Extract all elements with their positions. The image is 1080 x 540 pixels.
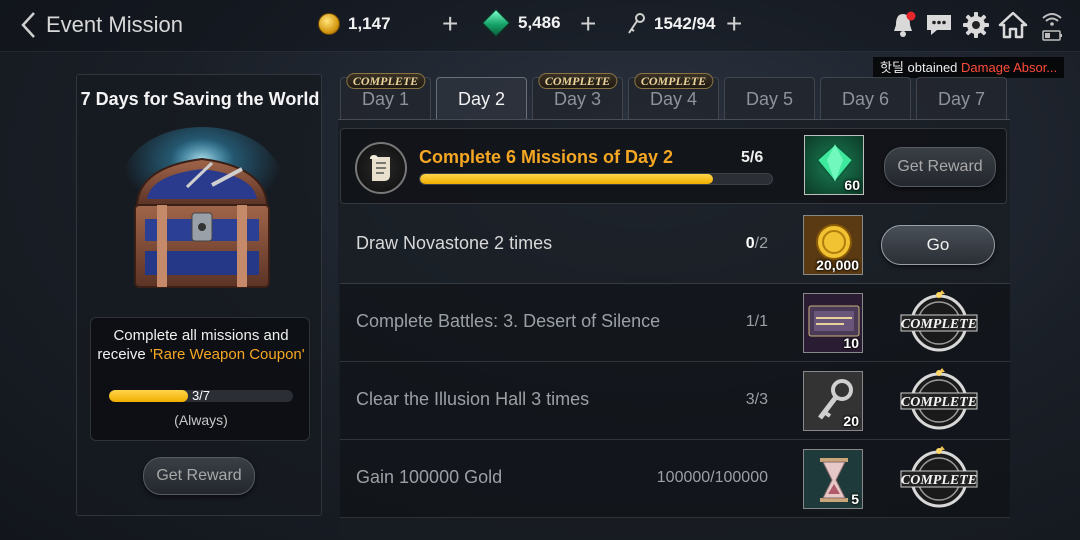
bell-icon[interactable]: [888, 10, 918, 40]
complete-badge: COMPLETE: [537, 73, 618, 89]
mission-progress-total: /2: [754, 235, 768, 252]
tab-label: Day 1: [361, 89, 410, 109]
reward-name: 'Rare Weapon Coupon': [149, 346, 305, 363]
tab-day-3[interactable]: COMPLETE Day 3: [532, 73, 623, 119]
back-arrow-icon[interactable]: [16, 10, 44, 40]
description-line-1: Complete all missions and: [113, 327, 289, 344]
description-prefix: receive: [97, 346, 150, 363]
complete-stamp-icon: COMPLETE: [900, 290, 978, 352]
mission-progress: 100000/100000: [610, 469, 768, 487]
mission-progress: 3/3: [610, 391, 768, 409]
complete-stamp-icon: COMPLETE: [900, 446, 978, 508]
summary-reward-qty: 60: [844, 177, 860, 193]
gem-amount: 5,486: [518, 13, 561, 32]
tab-day-7[interactable]: Day 7: [916, 77, 1007, 119]
tab-label: Day 3: [553, 89, 602, 109]
tab-label: Day 4: [649, 89, 698, 109]
tab-day-1[interactable]: COMPLETE Day 1: [340, 73, 431, 119]
svg-text:COMPLETE: COMPLETE: [901, 395, 977, 410]
toast-text: 핫딜 obtained: [880, 60, 962, 75]
mission-reward-item[interactable]: 20,000: [803, 215, 863, 275]
tab-label: Day 5: [745, 89, 794, 109]
svg-text:COMPLETE: COMPLETE: [901, 317, 977, 332]
add-key-plus-icon[interactable]: +: [726, 10, 742, 38]
summary-get-reward-button[interactable]: Get Reward: [884, 147, 996, 187]
complete-badge: COMPLETE: [633, 73, 714, 89]
mission-name: Draw Novastone 2 times: [356, 233, 553, 253]
key-icon: [628, 13, 645, 34]
summary-progress-fill: [420, 174, 714, 184]
tab-day-2[interactable]: Day 2: [436, 77, 527, 119]
tab-label: Day 2: [457, 89, 506, 109]
description-line-2: receive 'Rare Weapon Coupon': [91, 345, 311, 364]
mission-progress: 0/2: [610, 235, 768, 253]
mission-row: Clear the Illusion Hall 3 times 3/3 20 COMP…: [340, 362, 1010, 440]
mission-name: Gain 100000 Gold: [356, 467, 503, 487]
daily-summary-row: Complete 6 Missions of Day 2 5/6 60 Get …: [340, 128, 1007, 204]
top-bar: Event Mission 1,147 + 5,486 + 1542/94 +: [0, 0, 1080, 52]
mission-reward-qty: 20: [843, 413, 859, 429]
event-reward-description: Complete all missions and receive 'Rare …: [90, 317, 310, 441]
key-currency: 1542/94: [626, 13, 715, 35]
gear-icon[interactable]: [961, 10, 991, 40]
event-progress-text: 3/7: [191, 388, 211, 403]
summary-progress-bar: [419, 173, 773, 185]
gold-coin-icon: [318, 13, 340, 35]
mission-name: Clear the Illusion Hall 3 times: [356, 389, 590, 409]
gem-currency: 5,486: [481, 8, 561, 38]
gem-icon: [481, 8, 511, 38]
mission-row: Complete Battles: 3. Desert of Silence 1/…: [340, 284, 1010, 362]
mission-reward-qty: 5: [851, 491, 859, 507]
tab-day-4[interactable]: COMPLETE Day 4: [628, 73, 719, 119]
key-amount: 1542/94: [654, 14, 716, 33]
home-icon[interactable]: [998, 10, 1028, 40]
complete-badge: COMPLETE: [345, 73, 426, 89]
event-progress-note: (Always): [174, 412, 228, 428]
mission-progress-total: 3/3: [745, 391, 768, 408]
toast-highlight: Damage Absor...: [961, 60, 1058, 75]
mission-list-panel: Complete 6 Missions of Day 2 5/6 60 Get …: [338, 119, 1010, 540]
tab-day-5[interactable]: Day 5: [724, 77, 815, 119]
add-gem-plus-icon[interactable]: +: [580, 10, 596, 38]
tab-day-6[interactable]: Day 6: [820, 77, 911, 119]
go-button[interactable]: Go: [881, 225, 995, 265]
mission-row: Draw Novastone 2 times 0/2 20,000 Go: [340, 206, 1010, 284]
mission-row: Gain 100000 Gold 100000/100000 5 COMPLETE: [340, 440, 1010, 518]
mission-progress-total: 100000/100000: [656, 469, 768, 486]
mission-reward-qty: 20,000: [816, 257, 859, 273]
summary-progress-count: 5/6: [741, 149, 764, 166]
wifi-battery-icon: [1040, 10, 1064, 44]
complete-stamp: COMPLETE: [899, 290, 979, 356]
tab-label: Day 6: [841, 89, 890, 109]
gold-amount: 1,147: [348, 14, 391, 33]
page-title: Event Mission: [46, 12, 183, 37]
mission-reward-item[interactable]: 10: [803, 293, 863, 353]
notification-toast: 핫딜 obtained Damage Absor...: [873, 57, 1065, 78]
mission-progress: 1/1: [610, 313, 768, 331]
svg-text:COMPLETE: COMPLETE: [901, 473, 977, 488]
mission-reward-item[interactable]: 5: [803, 449, 863, 509]
summary-reward-item[interactable]: 60: [804, 135, 864, 195]
complete-stamp-icon: COMPLETE: [900, 368, 978, 430]
treasure-chest-icon: [117, 127, 287, 307]
summary-title: Complete 6 Missions of Day 2: [419, 147, 674, 167]
mission-reward-qty: 10: [843, 335, 859, 351]
mission-progress-total: 1/1: [745, 313, 768, 330]
event-title: 7 Days for Saving the World: [80, 89, 320, 109]
mission-progress-current: 0: [745, 235, 755, 252]
scroll-icon: [355, 142, 407, 194]
tab-label: Day 7: [937, 89, 986, 109]
mission-reward-item[interactable]: 20: [803, 371, 863, 431]
chat-icon[interactable]: [924, 10, 954, 40]
add-gold-plus-icon[interactable]: +: [442, 10, 458, 38]
event-get-reward-button[interactable]: Get Reward: [143, 457, 255, 495]
gold-currency: 1,147: [318, 13, 391, 35]
complete-stamp: COMPLETE: [899, 446, 979, 512]
complete-stamp: COMPLETE: [899, 368, 979, 434]
event-summary-panel: 7 Days for Saving the World Complete all…: [76, 74, 322, 516]
event-description-text: Complete all missions and receive 'Rare …: [91, 326, 311, 364]
